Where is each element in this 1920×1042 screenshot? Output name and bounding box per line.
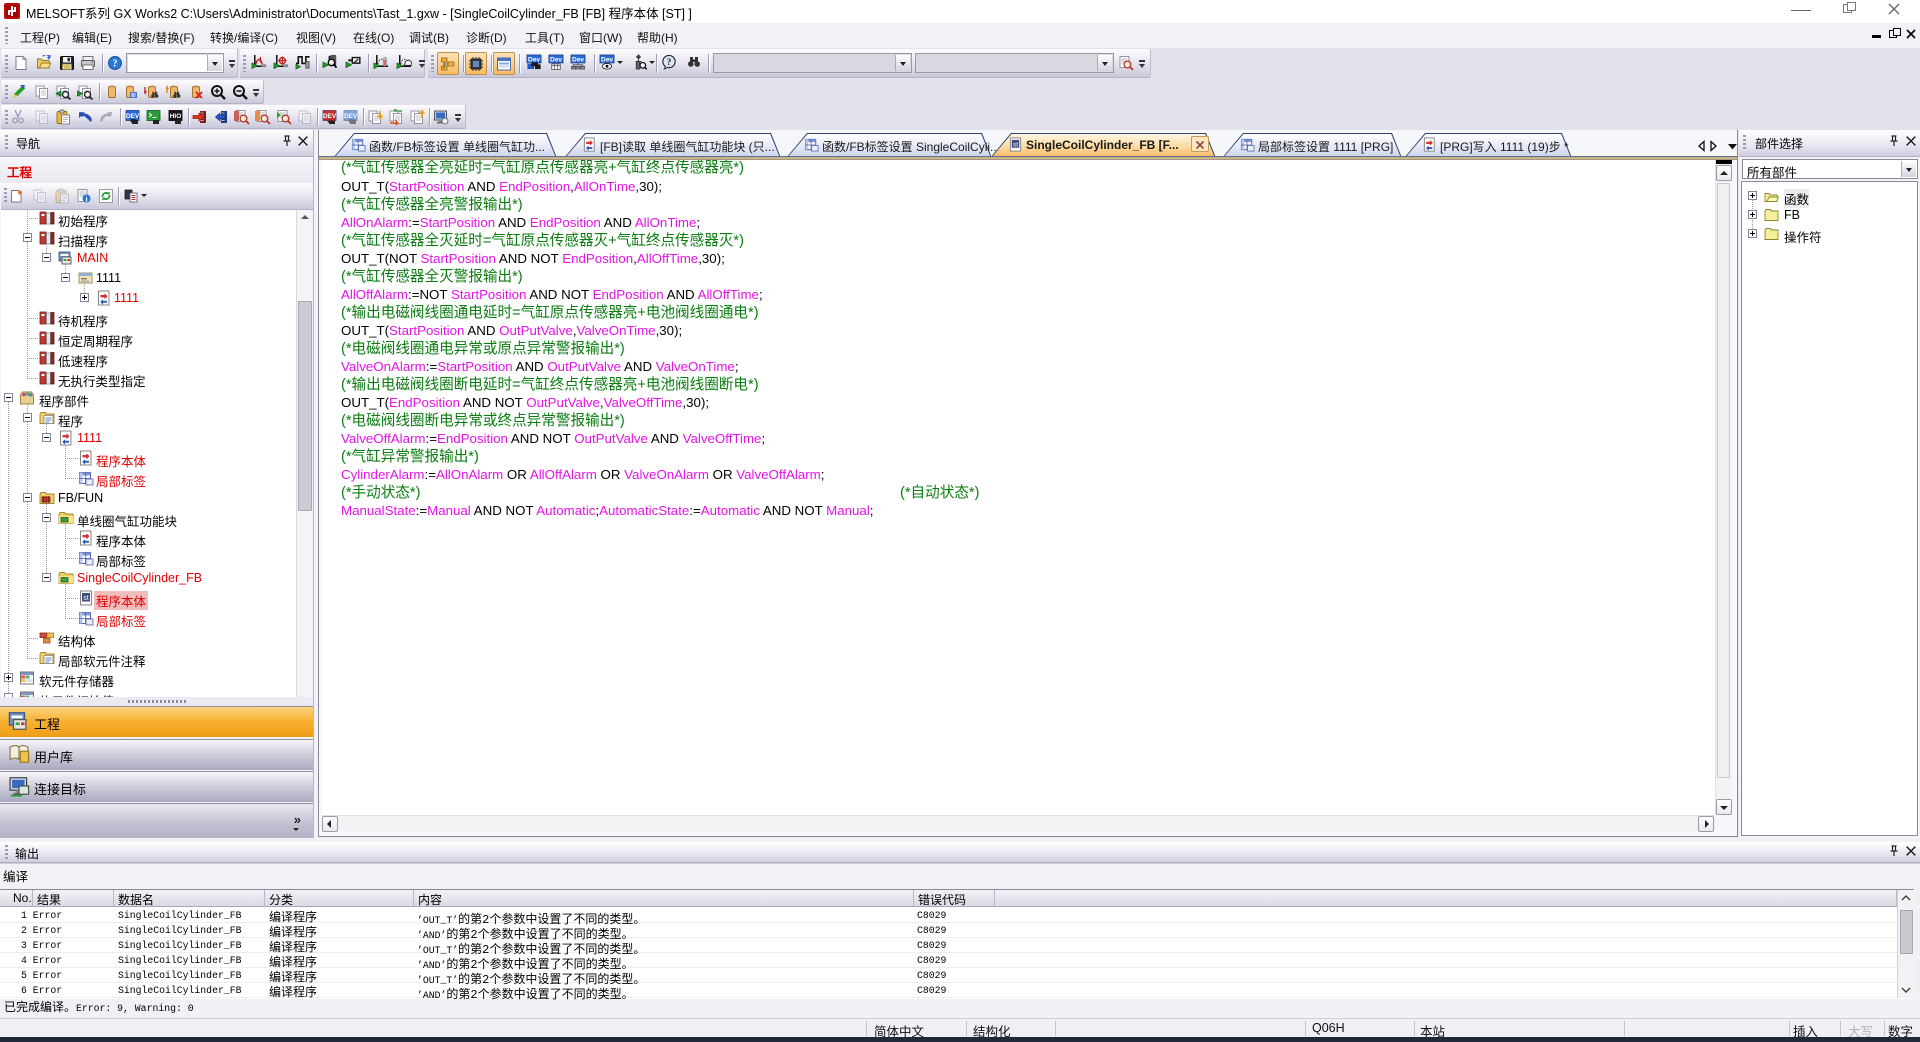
svg-text:?: ? (667, 58, 672, 68)
svg-text:Dev: Dev (601, 57, 613, 64)
svg-text:DEV: DEV (323, 113, 337, 120)
svg-text:Dev: Dev (572, 57, 584, 64)
svg-text:Dev: Dev (550, 57, 562, 64)
